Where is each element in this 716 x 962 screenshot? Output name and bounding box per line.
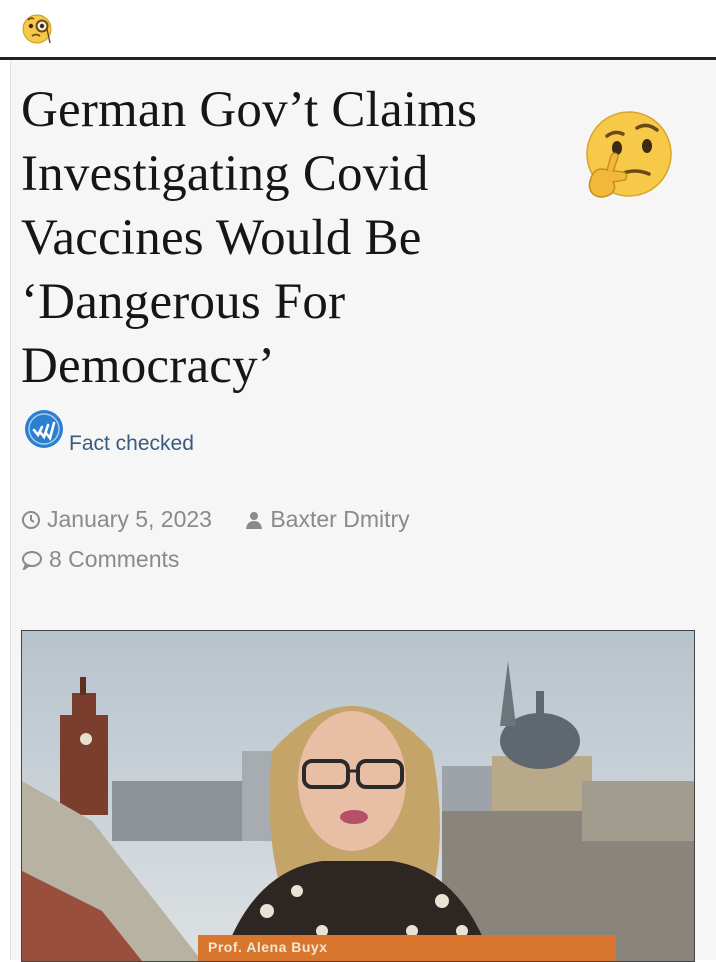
thinking-face-icon <box>586 111 672 198</box>
headline-line: German Gov’t Claims <box>21 82 478 138</box>
clock-icon <box>22 510 40 529</box>
headline-line: Investigating Covid <box>21 146 429 202</box>
article-card: German Gov’t Claims Investigating Covid … <box>10 60 716 962</box>
video-caption: Prof. Alena Buyx <box>208 939 328 955</box>
caption-bar: Prof. Alena Buyx <box>198 935 616 961</box>
user-icon <box>246 511 263 529</box>
publish-date: January 5, 2023 <box>47 506 212 532</box>
author-name: Baxter Dmitry <box>270 506 410 532</box>
headline-line: Democracy’ <box>21 338 276 394</box>
face-with-monocle-icon <box>22 14 52 44</box>
video-thumbnail[interactable]: Prof. Alena Buyx <box>21 630 695 962</box>
headline-line: Vaccines Would Be <box>21 210 422 266</box>
headline[interactable]: German Gov’t Claims Investigating Covid … <box>21 78 581 398</box>
comment-icon <box>22 550 42 570</box>
date-item: January 5, 2023 <box>21 506 212 533</box>
comments-item[interactable]: 8 Comments <box>21 546 179 573</box>
headline-line: ‘Dangerous For <box>21 274 346 330</box>
comments-count: 8 Comments <box>49 546 180 572</box>
article-meta: January 5, 2023 Baxter Dmitry 8 Comments <box>21 506 436 586</box>
top-bar <box>0 0 716 60</box>
fact-check-label[interactable]: Fact checked <box>69 432 194 456</box>
fact-check-badge-icon <box>25 410 63 448</box>
video-frame <box>22 631 694 961</box>
author-item[interactable]: Baxter Dmitry <box>244 506 410 533</box>
